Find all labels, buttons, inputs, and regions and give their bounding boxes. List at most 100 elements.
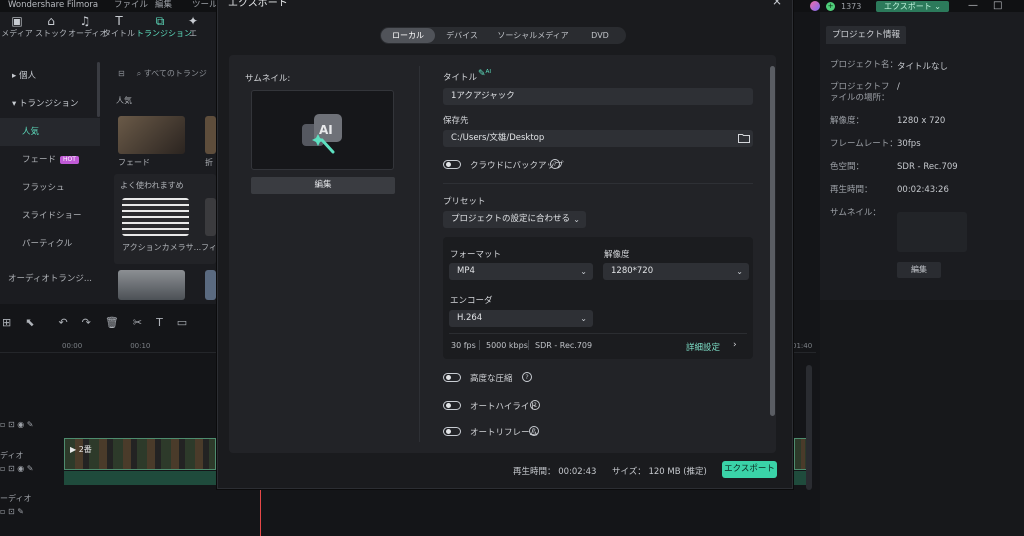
audio-waveform[interactable] xyxy=(64,471,216,485)
thumb-5[interactable] xyxy=(118,270,185,300)
spec-bitrate: 5000 kbps xyxy=(486,341,528,350)
track-audio-controls[interactable]: ▫ ⊡ ◉ ✎ xyxy=(0,464,33,473)
close-icon[interactable]: × xyxy=(772,0,782,8)
text-icon[interactable]: T xyxy=(156,316,163,329)
timeline-ruler[interactable]: 00:00 00:10 xyxy=(62,342,150,350)
advanced-compression-toggle[interactable] xyxy=(443,373,461,382)
track-label-1: ディオ xyxy=(0,451,24,460)
minimize-icon[interactable]: — xyxy=(968,0,978,11)
thumb-6[interactable] xyxy=(205,270,216,300)
auto-highlight-toggle[interactable] xyxy=(443,401,461,410)
tab-dvd[interactable]: DVD xyxy=(577,28,623,43)
project-edit-button[interactable]: 編集 xyxy=(897,262,941,278)
encoder-select[interactable]: H.264 ⌄ xyxy=(449,310,593,327)
category-popular[interactable]: 人気 xyxy=(0,118,100,146)
project-thumbnail xyxy=(897,212,967,252)
duration-label: 再生時間： xyxy=(830,185,873,195)
track-audio2-controls[interactable]: ▫ ⊡ ✎ xyxy=(0,507,24,516)
thumb-action-cam[interactable] xyxy=(122,198,189,236)
maximize-icon[interactable]: □ xyxy=(993,0,1002,11)
advanced-compression-label: 高度な圧縮 xyxy=(470,374,513,384)
thumb-fade-label: フェード xyxy=(118,158,150,167)
category-scrollbar[interactable] xyxy=(97,62,100,117)
category-personal[interactable]: ▸ 個人 xyxy=(0,62,100,90)
project-name-value: タイトルなし xyxy=(897,62,949,72)
title-input[interactable]: 1アクアジャック xyxy=(443,88,753,105)
resolution-label: 解像度： xyxy=(830,116,865,126)
toolbar-effect[interactable]: ✦ エ xyxy=(184,14,202,39)
duration-value: 00:02:43:26 xyxy=(897,185,949,195)
cut-icon[interactable]: ✂ xyxy=(133,316,142,329)
track-label-2: ーディオ xyxy=(0,494,32,503)
spec-divider xyxy=(449,333,747,334)
menu-file[interactable]: ファイル xyxy=(114,0,148,11)
avatar[interactable] xyxy=(810,1,820,11)
category-flash[interactable]: フラッシュ xyxy=(0,174,100,202)
format-label: フォーマット xyxy=(450,250,502,260)
chevron-down-icon: ⌄ xyxy=(736,267,743,276)
help-icon[interactable]: ? xyxy=(550,159,560,169)
preset-select[interactable]: プロジェクトの設定に合わせる ⌄ xyxy=(443,211,586,228)
preset-label: プリセット xyxy=(443,197,486,207)
toolbar-audio[interactable]: ♫ オーディオ xyxy=(68,14,107,39)
dialog-title: エクスポート xyxy=(228,0,288,9)
redo-icon[interactable]: ↷ xyxy=(82,316,91,329)
category-audio-transition[interactable]: オーディオトランジ... xyxy=(8,272,92,284)
top-export-button[interactable]: エクスポート ⌄ xyxy=(876,0,950,12)
transition-icon: ⧉ xyxy=(155,14,165,28)
track-video-controls[interactable]: ▫ ⊡ ◉ ✎ xyxy=(0,420,33,429)
tab-social-media[interactable]: ソーシャルメディア xyxy=(489,28,577,43)
toolbar-title[interactable]: T タイトル xyxy=(102,14,136,39)
project-info-tab[interactable]: プロジェクト情報 xyxy=(826,26,907,44)
category-transition[interactable]: ▾ トランジション xyxy=(0,90,100,118)
media-toolbar: ▣ メディア ⌂ ストック ♫ オーディオ T タイトル ⧉ トランジション ✦ エ xyxy=(0,14,202,39)
format-select[interactable]: MP4 ⌄ xyxy=(449,263,593,280)
delete-icon[interactable]: 🗑 xyxy=(105,316,119,329)
menu-edit[interactable]: 編集 xyxy=(155,0,172,11)
colorspace-label: 色空間： xyxy=(830,162,865,172)
select-icon[interactable]: ⬉ xyxy=(25,316,34,329)
advanced-settings-link[interactable]: 詳細設定 xyxy=(686,341,720,353)
save-location-input[interactable]: C:/Users/文雄/Desktop xyxy=(443,130,753,147)
category-list: ▸ 個人 ▾ トランジション 人気 フェード HOT フラッシュ スライドショー … xyxy=(0,62,100,258)
timeline-ruler-end: 01:40 xyxy=(792,342,813,350)
svg-text:AI: AI xyxy=(319,123,333,137)
thumbnail-edit-button[interactable]: 編集 xyxy=(251,177,395,194)
grid-icon[interactable]: ⊞ xyxy=(2,316,11,329)
toolbar-stock[interactable]: ⌂ ストック xyxy=(34,14,68,39)
thumb-fi[interactable] xyxy=(205,198,216,236)
title-icon: T xyxy=(115,14,123,28)
help-icon[interactable]: ? xyxy=(529,426,539,436)
playhead[interactable] xyxy=(260,488,261,536)
menu-tools[interactable]: ツール xyxy=(192,0,218,11)
category-fade[interactable]: フェード HOT xyxy=(0,146,100,174)
library-search[interactable]: ⊟ ⌕ すべてのトランジ xyxy=(118,68,207,79)
toolbar-transition[interactable]: ⧉ トランジション xyxy=(136,14,192,39)
category-particle[interactable]: パーティクル xyxy=(0,230,100,258)
resolution-select[interactable]: 1280*720 ⌄ xyxy=(603,263,749,280)
chevron-down-icon: ⌄ xyxy=(580,267,587,276)
toolbar-media[interactable]: ▣ メディア xyxy=(0,14,34,39)
export-button[interactable]: エクスポート xyxy=(722,461,777,478)
crop-icon[interactable]: ▭ xyxy=(177,316,187,329)
cloud-backup-toggle[interactable] xyxy=(443,160,461,169)
dialog-scrollbar[interactable] xyxy=(770,66,775,416)
undo-icon[interactable]: ↶ xyxy=(58,316,67,329)
help-icon[interactable]: ? xyxy=(530,400,540,410)
folder-icon[interactable] xyxy=(738,133,750,143)
timeline-scrollbar[interactable] xyxy=(806,365,812,490)
category-slideshow[interactable]: スライドショー xyxy=(0,202,100,230)
resolution-label: 解像度 xyxy=(604,250,630,260)
tab-device[interactable]: デバイス xyxy=(435,28,489,43)
thumb-fade[interactable] xyxy=(118,116,185,154)
ai-pen-icon[interactable]: ✎ᴬᴵ xyxy=(478,69,491,79)
chevron-right-icon[interactable]: › xyxy=(733,340,737,350)
help-icon[interactable]: ? xyxy=(522,372,532,382)
thumb-fold[interactable] xyxy=(205,116,216,154)
ai-thumbnail-icon: AI xyxy=(302,114,342,154)
framerate-label: フレームレート： xyxy=(830,139,898,149)
filter-icon[interactable]: ⊟ xyxy=(118,69,125,78)
coin-count: 1373 xyxy=(841,1,862,11)
auto-reframe-toggle[interactable] xyxy=(443,427,461,436)
tab-local[interactable]: ローカル xyxy=(381,28,435,43)
